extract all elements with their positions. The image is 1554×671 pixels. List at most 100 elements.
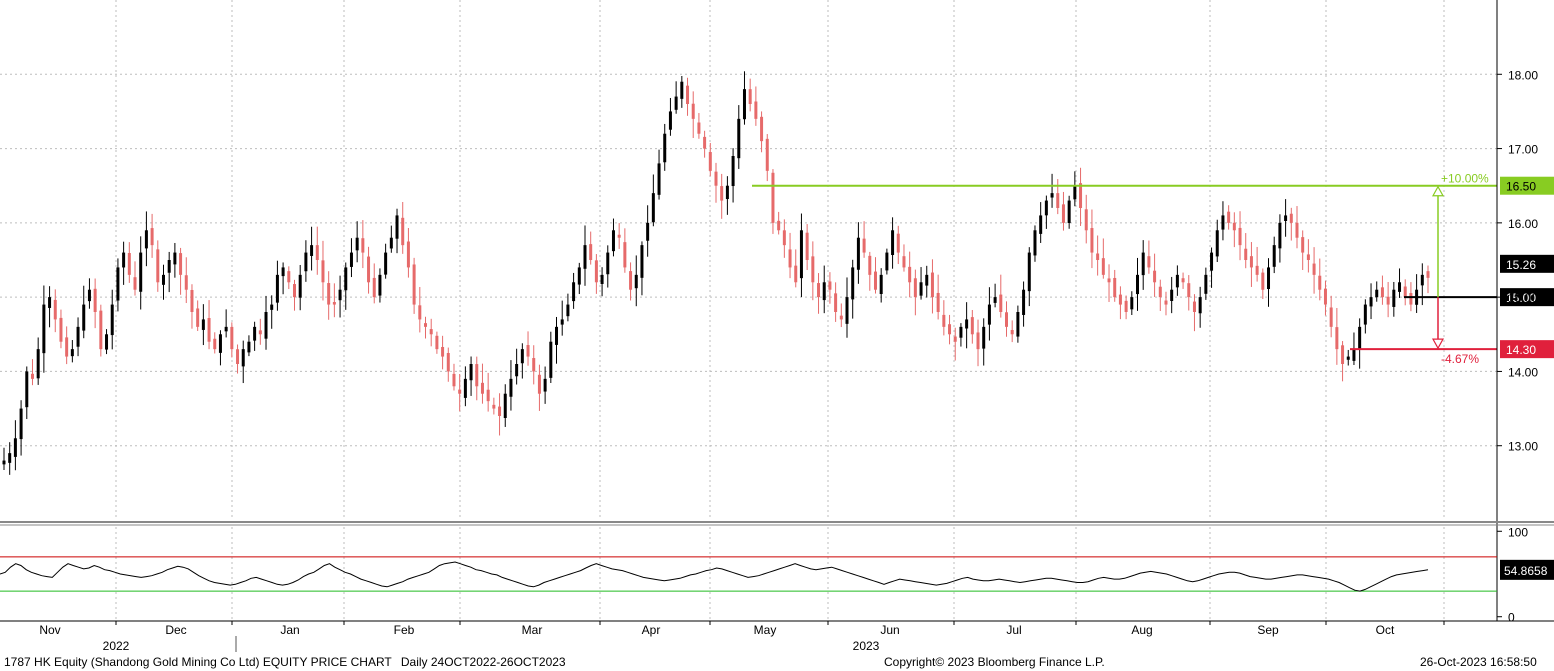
candle-body	[856, 237, 860, 270]
candle-body	[668, 111, 672, 130]
candle-body	[623, 242, 627, 268]
candle-body	[207, 317, 211, 342]
candle-body	[1153, 270, 1157, 283]
target-down-value: 14.30	[1506, 343, 1536, 357]
candle-body	[1056, 193, 1060, 208]
candle-body	[691, 103, 695, 119]
candle-body	[583, 245, 587, 269]
month-label: Jan	[280, 623, 299, 637]
price-tick-label: 14.00	[1508, 365, 1538, 379]
candle-body	[925, 274, 929, 286]
target-down-label: -4.67%	[1441, 352, 1479, 366]
candle-body	[902, 256, 906, 268]
candle-body	[1221, 215, 1225, 230]
candle-body	[1312, 263, 1316, 275]
candle-body	[1369, 297, 1373, 307]
candle-body	[349, 252, 353, 267]
candle-body	[811, 256, 815, 283]
candle-body	[361, 238, 365, 253]
candle-body	[1227, 211, 1231, 223]
candle-body	[657, 163, 661, 195]
candle-body	[725, 185, 729, 200]
candle-body	[179, 253, 183, 275]
candle-body	[993, 297, 997, 303]
month-label: Nov	[39, 623, 60, 637]
candle-body	[1244, 248, 1248, 260]
candle-body	[1363, 304, 1367, 325]
candle-body	[1010, 329, 1014, 335]
candle-body	[201, 319, 205, 330]
candle-body	[389, 237, 393, 249]
candle-body	[1238, 227, 1242, 246]
candle-body	[1175, 274, 1179, 288]
candle-body	[70, 349, 74, 357]
year-label: 2022	[103, 639, 130, 653]
candle-body	[224, 326, 228, 332]
candle-body	[1113, 277, 1117, 298]
candle-body	[999, 294, 1003, 312]
candle-body	[908, 266, 912, 283]
footer-title: 1787 HK Equity (Shandong Gold Mining Co …	[4, 655, 392, 669]
candle-body	[435, 335, 439, 350]
candle-body	[794, 265, 798, 283]
candle-body	[1124, 300, 1128, 312]
candle-body	[1289, 213, 1293, 223]
candle-body	[1096, 253, 1100, 260]
candle-body	[1050, 193, 1054, 198]
candle-body	[1039, 215, 1043, 234]
candle-body	[748, 89, 752, 104]
target-up-value: 16.50	[1506, 180, 1536, 194]
candle-body	[247, 341, 251, 353]
candle-body	[1170, 289, 1174, 301]
candle-body	[742, 89, 746, 120]
candle-body	[777, 220, 781, 231]
candle-body	[76, 326, 80, 347]
candle-body	[953, 336, 957, 342]
month-label: Aug	[1131, 623, 1152, 637]
candle-body	[463, 378, 467, 398]
candle-body	[287, 271, 291, 283]
candle-body	[526, 345, 530, 357]
candle-body	[230, 326, 234, 350]
candle-body	[828, 281, 832, 290]
candle-body	[1329, 307, 1333, 327]
candle-body	[372, 277, 376, 298]
candle-body	[264, 312, 268, 339]
candle-body	[1426, 271, 1430, 278]
candle-body	[1272, 245, 1276, 267]
candle-body	[1079, 183, 1083, 208]
candle-body	[520, 349, 524, 364]
candle-body	[332, 302, 336, 305]
target-up-label: +10.00%	[1441, 172, 1489, 186]
candle-body	[429, 329, 433, 335]
candle-body	[891, 230, 895, 256]
rsi-tick-label: 0	[1508, 611, 1515, 625]
year-label: 2023	[853, 639, 880, 653]
candle-body	[1301, 237, 1305, 253]
candle-body	[970, 317, 974, 335]
candle-body	[1141, 252, 1145, 276]
candle-body	[834, 293, 838, 312]
candle-body	[1181, 278, 1185, 283]
candle-body	[1278, 222, 1282, 249]
month-label: May	[754, 623, 777, 637]
candle-body	[401, 217, 405, 246]
footer-range: Daily 24OCT2022-26OCT2023	[400, 655, 566, 669]
candle-body	[771, 172, 775, 223]
candle-body	[1323, 288, 1327, 305]
candle-body	[116, 267, 120, 301]
candle-body	[697, 122, 701, 134]
candle-body	[344, 267, 348, 291]
candle-body	[1284, 215, 1288, 221]
candle-body	[498, 406, 502, 416]
candle-body	[122, 252, 126, 268]
candle-body	[1335, 327, 1339, 350]
candle-body	[634, 274, 638, 289]
candle-body	[1164, 300, 1168, 305]
candle-body	[338, 289, 342, 301]
candle-body	[30, 373, 34, 379]
candle-body	[150, 228, 154, 246]
candle-body	[936, 292, 940, 312]
candle-body	[572, 282, 576, 302]
candle-body	[1318, 275, 1322, 290]
